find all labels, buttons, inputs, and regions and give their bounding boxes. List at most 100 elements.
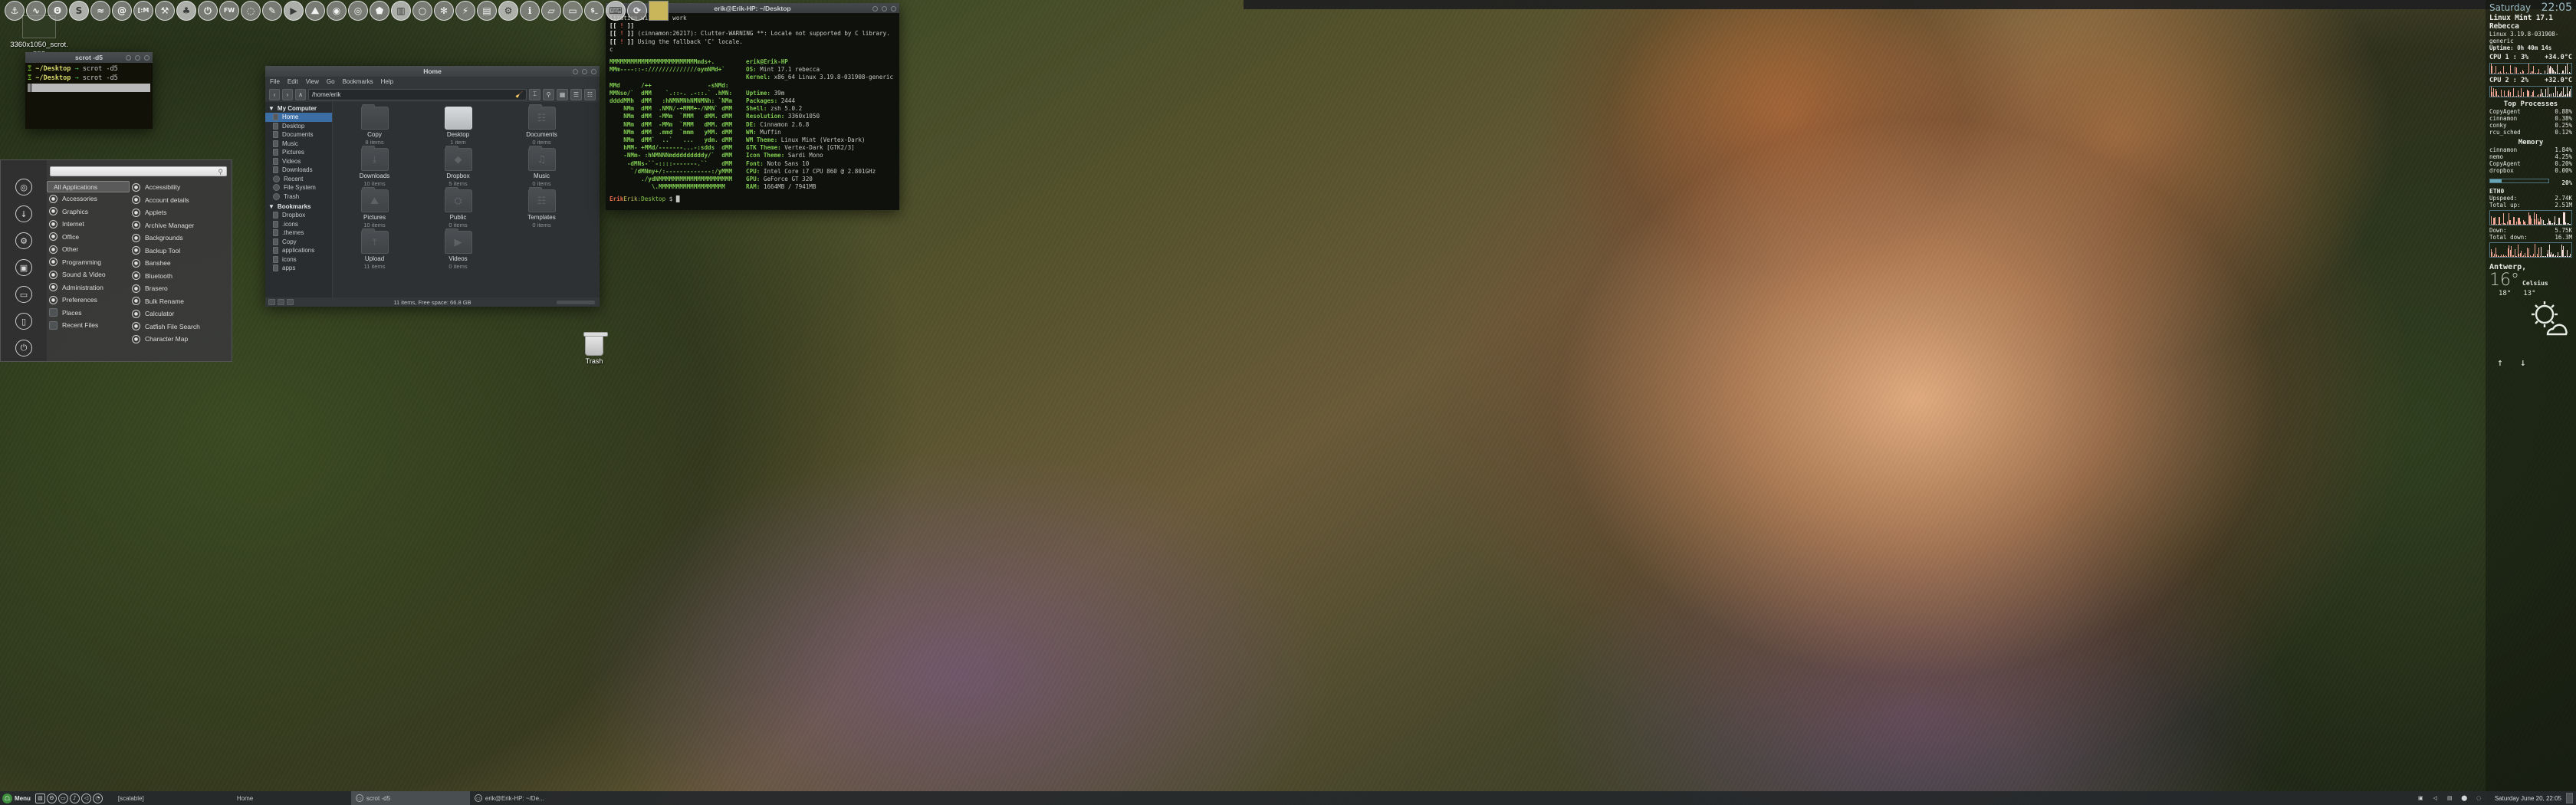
pencil-icon[interactable]: ✎	[262, 1, 282, 21]
hardware-icon[interactable]: ▤	[477, 1, 497, 21]
dropbox-tray-icon[interactable]: ◌	[2474, 794, 2484, 803]
sidebar-item-downloads[interactable]: Downloads	[265, 166, 332, 175]
fw-icon[interactable]: FW	[219, 1, 239, 21]
nemo-menu-edit[interactable]: Edit	[288, 78, 298, 85]
main-terminal-body[interactable]: lization will not work[[ ! ]] [[ ! ]] (c…	[606, 13, 899, 210]
minimize-button[interactable]	[573, 68, 578, 74]
power-icon[interactable]: ⏻	[15, 340, 32, 356]
skype-icon[interactable]: S	[69, 1, 89, 21]
taskbar-window-button[interactable]: [scalable]	[113, 791, 232, 805]
file-item[interactable]: Copy 8 items	[333, 104, 416, 146]
shield-icon[interactable]: ⬟	[370, 1, 389, 21]
sidebar-bookmarks-header[interactable]: ▼ Bookmarks	[265, 202, 332, 211]
menu-favorites-column[interactable]: ◎ ↓ ⚙ ▣ ▭ ▯ ⏻	[1, 160, 47, 361]
grid-toggle-icon[interactable]	[278, 299, 284, 305]
volume-tray-icon[interactable]: ◁	[2430, 794, 2440, 803]
list-view-button[interactable]: ☰	[570, 88, 582, 100]
file-item[interactable]: ☷ Templates 0 items	[500, 187, 583, 228]
nemo-menu-go[interactable]: Go	[327, 78, 335, 85]
bookmark-item-applications[interactable]: applications	[265, 246, 332, 255]
taskbar[interactable]: ☖ Menu ▧ Θ ▭ ♪ ◁ ◔ [scalable] Home ▭ scrot -d5 ▭ e…	[0, 791, 2576, 805]
settings-icon[interactable]: ⚙	[15, 232, 32, 249]
statusbar-view-buttons[interactable]	[268, 299, 294, 305]
wifi-applet-icon[interactable]: ◔	[92, 793, 103, 803]
sidebar-my-computer-header[interactable]: ▼ My Computer	[265, 104, 332, 113]
menu-app-backgrounds[interactable]: ● Backgrounds	[130, 232, 227, 245]
menu-category-programming[interactable]: ● Programming	[47, 256, 130, 269]
network-tray-icon[interactable]: ▤	[2445, 794, 2455, 803]
bookmark-item--themes[interactable]: .themes	[265, 228, 332, 238]
menu-all-applications[interactable]: All Applications	[47, 181, 130, 192]
split-view-button[interactable]: ⌶	[529, 88, 540, 100]
terminal-prompt[interactable]: ErikErik:Desktop $ █	[610, 196, 895, 203]
sync-icon[interactable]: ⟳	[627, 1, 647, 21]
menu-app-accessibility[interactable]: ● Accessibility	[130, 181, 227, 194]
lock-screen-icon[interactable]: ▯	[15, 313, 32, 330]
menu-app-calculator[interactable]: ● Calculator	[130, 307, 227, 320]
bookmark-item-copy[interactable]: Copy	[265, 238, 332, 247]
bookmark-item-apps[interactable]: apps	[265, 264, 332, 273]
sidebar-item-trash[interactable]: Trash	[265, 192, 332, 202]
file-item[interactable]: ☷ Documents 0 items	[500, 104, 583, 146]
update-tray-icon[interactable]: ⬤	[2459, 794, 2469, 803]
sidebar-item-music[interactable]: Music	[265, 140, 332, 149]
terminal-applet-icon[interactable]: ▭	[58, 793, 68, 803]
small-terminal-window-buttons[interactable]	[126, 52, 150, 63]
back-button[interactable]: ‹	[269, 88, 280, 100]
keyboard-icon[interactable]: ⌨	[606, 1, 626, 21]
small-terminal-body[interactable]: Ξ ~/Desktop → scrot -d5 Ξ ~/Desktop → scr…	[25, 63, 153, 129]
bookmark-item-dropbox[interactable]: Dropbox	[265, 211, 332, 220]
menu-app-archive-manager[interactable]: ● Archive Manager	[130, 219, 227, 232]
application-menu[interactable]: ◎ ↓ ⚙ ▣ ▭ ▯ ⏻ ⚲ All Applications ● Accessories ● G…	[0, 159, 232, 362]
nemo-menu-file[interactable]: File	[270, 78, 280, 85]
nemo-menu-bookmarks[interactable]: Bookmarks	[343, 78, 373, 85]
taskbar-window-list[interactable]: [scalable] Home ▭ scrot -d5 ▭ erik@Erik-HP: ~…	[113, 791, 2416, 805]
broom-icon[interactable]: 🧹	[515, 91, 523, 98]
file-item[interactable]: ⛭ Public 0 items	[416, 187, 500, 228]
location-input[interactable]: /home/erik 🧹	[308, 88, 527, 100]
search-button[interactable]: ⚲	[543, 88, 554, 100]
sidebar-item-recent[interactable]: Recent	[265, 175, 332, 184]
dotted-circle-icon[interactable]: ◌	[241, 1, 261, 21]
menu-app-catfish-file-search[interactable]: ● Catfish File Search	[130, 320, 227, 334]
nemo-menu-help[interactable]: Help	[381, 78, 393, 85]
file-item[interactable]: Desktop 1 item	[416, 107, 500, 146]
tree-toggle-icon[interactable]	[287, 299, 294, 305]
zoom-slider[interactable]	[557, 300, 595, 304]
taskbar-menu-button[interactable]: ☖ Menu	[0, 793, 35, 803]
menu-category-graphics[interactable]: ● Graphics	[47, 205, 130, 219]
desktop-trash-icon[interactable]: Trash	[577, 332, 612, 365]
desktop-file-icon[interactable]: 3360x1050_scrot. png	[6, 15, 72, 58]
list-toggle-icon[interactable]	[268, 299, 275, 305]
taskbar-window-button[interactable]: ▭ scrot -d5	[350, 791, 470, 805]
taskbar-system-tray[interactable]: ▣ ◁ ▤ ⬤ ◌	[2416, 794, 2490, 803]
sidebar-item-file-system[interactable]: File System	[265, 183, 332, 192]
up-button[interactable]: ∧	[295, 88, 306, 100]
close-button[interactable]	[591, 68, 596, 74]
folder-icon[interactable]: ▱	[541, 1, 561, 21]
sidebar-item-home[interactable]: Home	[265, 113, 332, 122]
menu-category-internet[interactable]: ● Internet	[47, 218, 130, 231]
terminal-icon[interactable]: ▭	[15, 286, 32, 303]
video-player-icon[interactable]: ▶	[284, 1, 304, 21]
download-icon[interactable]: ↓	[15, 205, 32, 222]
menu-category-administration[interactable]: ● Administration	[47, 281, 130, 294]
lock-icon[interactable]: ◎	[15, 179, 32, 196]
close-button[interactable]	[144, 54, 150, 61]
file-item[interactable]: ⤓ Downloads 10 items	[333, 146, 416, 187]
maximize-button[interactable]	[582, 68, 587, 74]
ruler-icon[interactable]: ▥	[391, 1, 411, 21]
menu-category-places[interactable]: Places	[47, 307, 130, 320]
color-swatch-icon[interactable]	[649, 1, 669, 21]
nemo-file-grid[interactable]: Copy 8 items Desktop 1 item ☷ Documents 0 item…	[333, 102, 600, 297]
menu-category-other[interactable]: ● Other	[47, 243, 130, 256]
media-applet-icon[interactable]: ♪	[69, 793, 80, 803]
info-icon[interactable]: ℹ	[520, 1, 540, 21]
menu-app-account-details[interactable]: ● Account details	[130, 194, 227, 207]
menu-category-accessories[interactable]: ● Accessories	[47, 192, 130, 205]
small-terminal-window[interactable]: scrot -d5 Ξ ~/Desktop → scrot -d5 Ξ ~/Des…	[25, 52, 153, 129]
display-tray-icon[interactable]: ▣	[2416, 794, 2426, 803]
menu-category-list[interactable]: All Applications ● Accessories ● Graphics ● In…	[47, 181, 130, 346]
cm-icon[interactable]: [:M	[133, 1, 153, 21]
menu-app-banshee[interactable]: ● Banshee	[130, 257, 227, 270]
